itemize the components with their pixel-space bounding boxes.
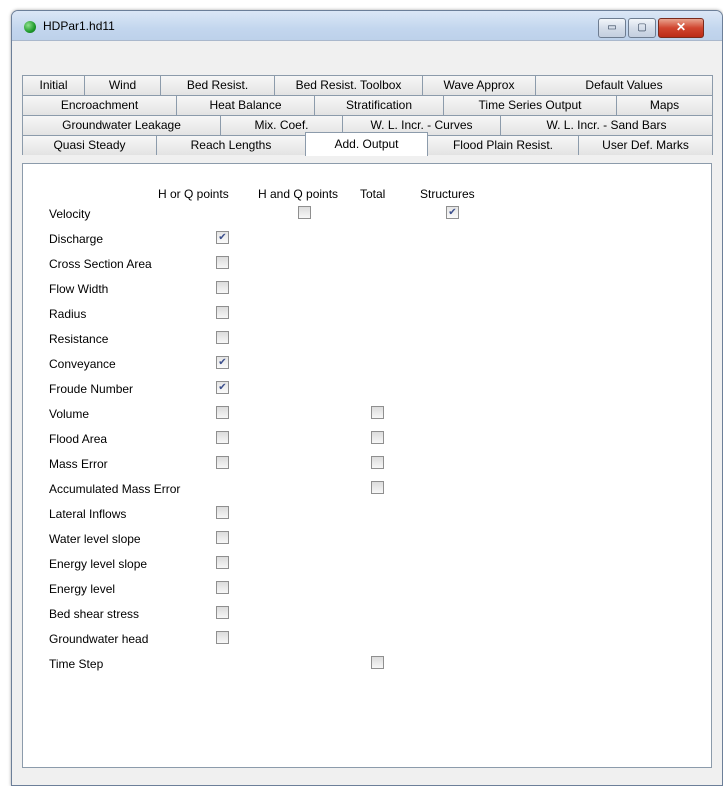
- flow-width-h-or-q-points-checkbox[interactable]: [216, 281, 229, 294]
- row-label-conveyance: Conveyance: [49, 357, 116, 371]
- checkmark-icon: ✔: [218, 232, 227, 243]
- accumulated-mass-error-total-checkbox[interactable]: [371, 481, 384, 494]
- time-step-total-checkbox[interactable]: [371, 656, 384, 669]
- volume-total-checkbox[interactable]: [371, 406, 384, 419]
- tab-initial[interactable]: Initial: [22, 75, 85, 95]
- bed-shear-stress-h-or-q-points-checkbox[interactable]: [216, 606, 229, 619]
- tab-wind[interactable]: Wind: [84, 75, 161, 95]
- cross-section-area-h-or-q-points-checkbox[interactable]: [216, 256, 229, 269]
- tab-groundwater-leakage[interactable]: Groundwater Leakage: [22, 115, 221, 135]
- checkmark-icon: ✔: [218, 357, 227, 368]
- row-label-radius: Radius: [49, 307, 87, 321]
- column-header-h-or-q-points: H or Q points: [158, 187, 229, 201]
- row-label-cross-section-area: Cross Section Area: [49, 257, 152, 271]
- volume-h-or-q-points-checkbox[interactable]: [216, 406, 229, 419]
- row-label-water-level-slope: Water level slope: [49, 532, 141, 546]
- row-label-time-step: Time Step: [49, 657, 104, 671]
- velocity-structures-checkbox[interactable]: ✔: [446, 206, 459, 219]
- groundwater-head-h-or-q-points-checkbox[interactable]: [216, 631, 229, 644]
- conveyance-h-or-q-points-checkbox[interactable]: ✔: [216, 356, 229, 369]
- dialog-window: HDPar1.hd11 ▭ ▢ ✕ Initial Wind Bed Resis…: [11, 10, 723, 786]
- row-label-discharge: Discharge: [49, 232, 104, 246]
- tab-wl-incr-sand-bars[interactable]: W. L. Incr. - Sand Bars: [500, 115, 713, 135]
- add-output-panel: H or Q points H and Q points Total Struc…: [22, 163, 712, 768]
- resistance-h-or-q-points-checkbox[interactable]: [216, 331, 229, 344]
- tab-encroachment[interactable]: Encroachment: [22, 95, 177, 115]
- tab-stratification[interactable]: Stratification: [314, 95, 444, 115]
- row-label-energy-level: Energy level: [49, 582, 116, 596]
- radius-h-or-q-points-checkbox[interactable]: [216, 306, 229, 319]
- title-bar[interactable]: HDPar1.hd11 ▭ ▢ ✕: [12, 11, 722, 41]
- row-label-bed-shear-stress: Bed shear stress: [49, 607, 140, 621]
- column-header-total: Total: [360, 187, 386, 201]
- tab-add-output[interactable]: Add. Output: [305, 132, 428, 156]
- row-label-volume: Volume: [49, 407, 90, 421]
- energy-level-slope-h-or-q-points-checkbox[interactable]: [216, 556, 229, 569]
- checkmark-icon: ✔: [448, 207, 457, 218]
- row-label-resistance: Resistance: [49, 332, 109, 346]
- mass-error-total-checkbox[interactable]: [371, 456, 384, 469]
- checkmark-icon: ✔: [218, 382, 227, 393]
- row-label-lateral-inflows: Lateral Inflows: [49, 507, 127, 521]
- close-button[interactable]: ✕: [658, 18, 704, 38]
- tab-wave-approx[interactable]: Wave Approx: [422, 75, 536, 95]
- row-label-flow-width: Flow Width: [49, 282, 109, 296]
- column-header-structures: Structures: [420, 187, 475, 201]
- tab-maps[interactable]: Maps: [616, 95, 713, 115]
- tab-reach-lengths[interactable]: Reach Lengths: [156, 135, 306, 155]
- dialog-client-area: Initial Wind Bed Resist. Bed Resist. Too…: [12, 42, 722, 785]
- tab-time-series-output[interactable]: Time Series Output: [443, 95, 617, 115]
- minimize-button[interactable]: ▭: [598, 18, 626, 38]
- row-label-energy-level-slope: Energy level slope: [49, 557, 148, 571]
- tab-heat-balance[interactable]: Heat Balance: [176, 95, 315, 115]
- tab-user-def-marks[interactable]: User Def. Marks: [578, 135, 713, 155]
- flood-area-h-or-q-points-checkbox[interactable]: [216, 431, 229, 444]
- window-title: HDPar1.hd11: [43, 19, 115, 33]
- water-level-slope-h-or-q-points-checkbox[interactable]: [216, 531, 229, 544]
- lateral-inflows-h-or-q-points-checkbox[interactable]: [216, 506, 229, 519]
- tab-flood-plain-resist[interactable]: Flood Plain Resist.: [427, 135, 579, 155]
- froude-number-h-or-q-points-checkbox[interactable]: ✔: [216, 381, 229, 394]
- mass-error-h-or-q-points-checkbox[interactable]: [216, 456, 229, 469]
- tab-default-values[interactable]: Default Values: [535, 75, 713, 95]
- row-label-mass-error: Mass Error: [49, 457, 108, 471]
- row-label-groundwater-head: Groundwater head: [49, 632, 149, 646]
- row-label-froude-number: Froude Number: [49, 382, 134, 396]
- row-label-flood-area: Flood Area: [49, 432, 108, 446]
- app-icon: [24, 21, 36, 33]
- tab-bed-resist[interactable]: Bed Resist.: [160, 75, 275, 95]
- discharge-h-or-q-points-checkbox[interactable]: ✔: [216, 231, 229, 244]
- tab-quasi-steady[interactable]: Quasi Steady: [22, 135, 157, 155]
- row-label-velocity: Velocity: [49, 207, 91, 221]
- maximize-button[interactable]: ▢: [628, 18, 656, 38]
- row-label-accumulated-mass-error: Accumulated Mass Error: [49, 482, 181, 496]
- flood-area-total-checkbox[interactable]: [371, 431, 384, 444]
- tab-bed-resist-toolbox[interactable]: Bed Resist. Toolbox: [274, 75, 423, 95]
- velocity-h-and-q-points-checkbox[interactable]: [298, 206, 311, 219]
- column-header-h-and-q-points: H and Q points: [258, 187, 339, 201]
- energy-level-h-or-q-points-checkbox[interactable]: [216, 581, 229, 594]
